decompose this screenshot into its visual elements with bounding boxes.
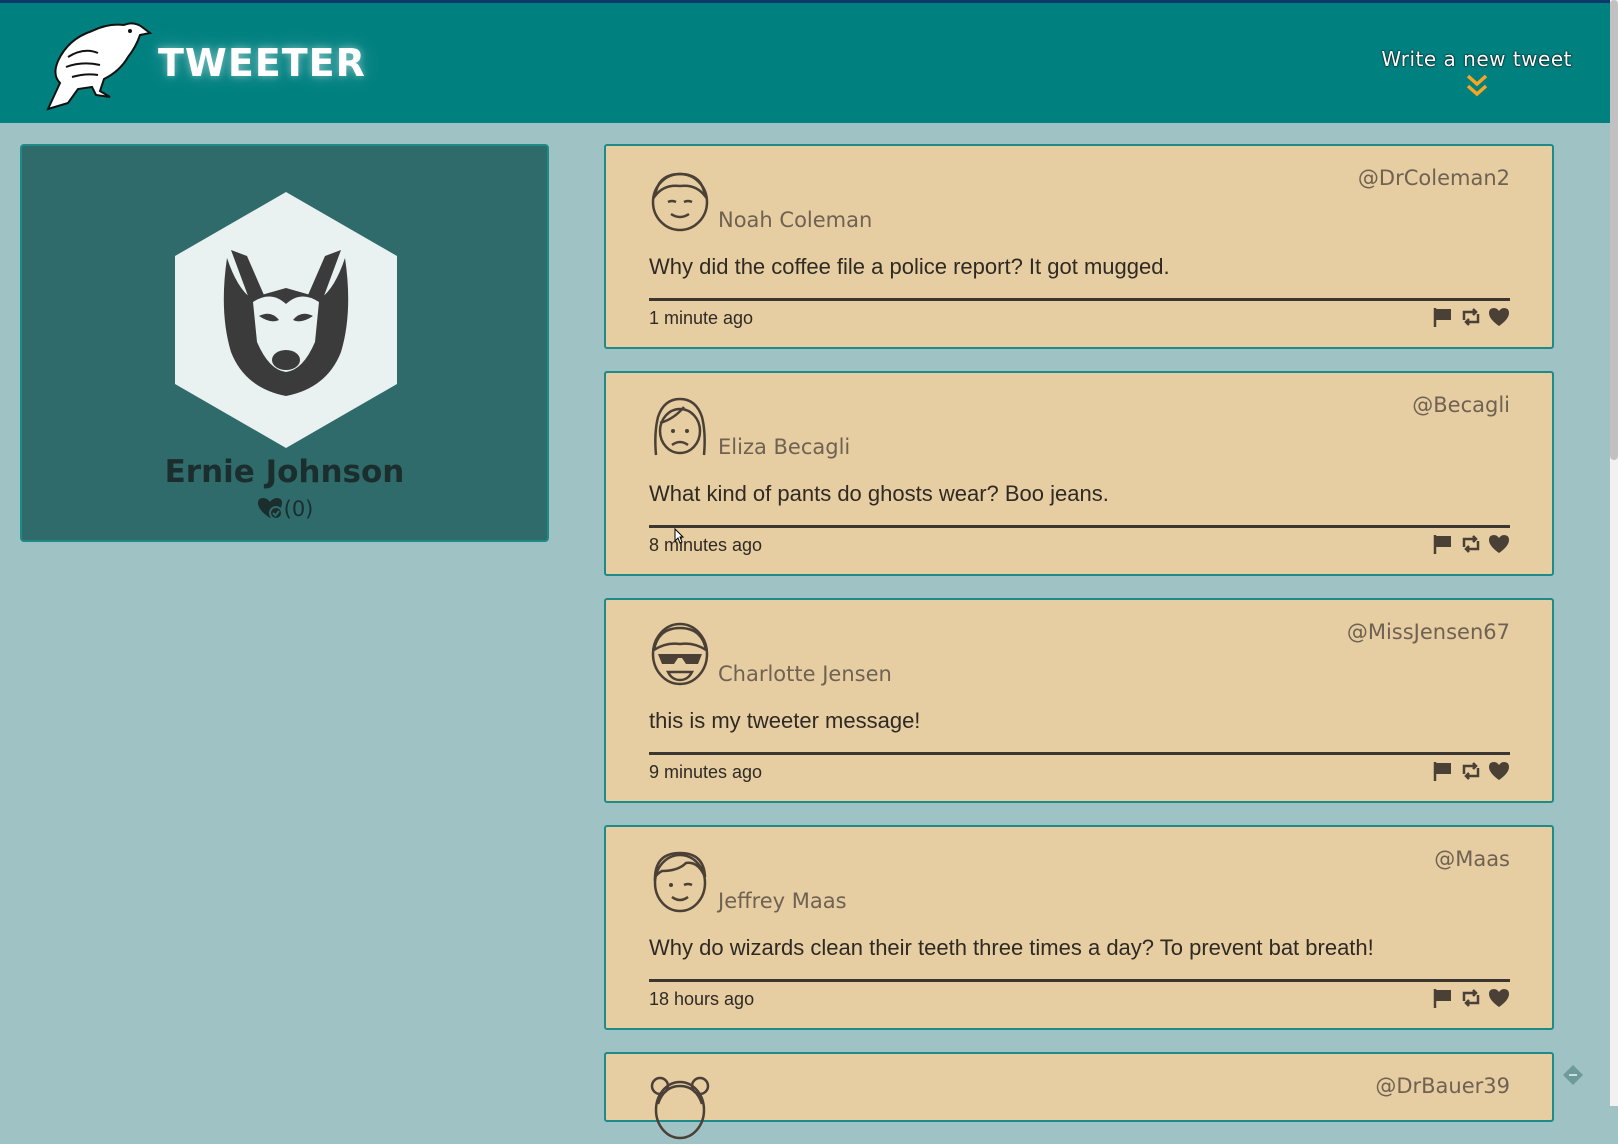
heart-icon[interactable] — [1488, 760, 1510, 782]
retweet-icon[interactable] — [1460, 760, 1482, 782]
double-chevron-down-icon[interactable] — [1464, 73, 1490, 99]
write-new-tweet-button[interactable]: Write a new tweet — [1381, 47, 1572, 99]
tweet-text: this is my tweeter message! — [649, 708, 921, 733]
tweet-divider — [649, 979, 1510, 982]
write-new-tweet-label[interactable]: Write a new tweet — [1381, 47, 1572, 71]
tweet-text: What kind of pants do ghosts wear? Boo j… — [649, 481, 1109, 506]
tweet-actions — [1432, 987, 1510, 1009]
liked-heart-icon — [257, 498, 283, 520]
tweet-divider — [649, 752, 1510, 755]
tweet-timestamp: 18 hours ago — [649, 989, 755, 1009]
heart-icon[interactable] — [1488, 533, 1510, 555]
heart-icon[interactable] — [1488, 987, 1510, 1009]
profile-likes-count: (0) — [283, 497, 314, 521]
tweet-actions — [1432, 306, 1510, 328]
app-title[interactable]: TWEETER — [158, 41, 366, 85]
tweet-author-name: Charlotte Jensen — [718, 662, 892, 686]
frowning-woman-icon — [654, 397, 706, 456]
tweet-card: Eliza Becagli @Becagli What kind of pant… — [604, 371, 1554, 576]
tweet-text: Why did the coffee file a police report?… — [649, 254, 1170, 279]
tweet-divider — [649, 525, 1510, 528]
flag-icon[interactable] — [1432, 306, 1454, 328]
flag-icon[interactable] — [1432, 533, 1454, 555]
tweet-actions — [1432, 760, 1510, 782]
pigtails-girl-icon — [650, 1076, 710, 1140]
tweet-divider — [649, 298, 1510, 301]
tweet-timestamp: 8 minutes ago — [649, 535, 763, 555]
winking-man-icon — [653, 851, 707, 913]
flag-icon[interactable] — [1432, 987, 1454, 1009]
husky-icon — [175, 192, 397, 448]
flag-icon[interactable] — [1432, 760, 1454, 782]
tweet-timestamp: 9 minutes ago — [649, 762, 763, 782]
scrollbar[interactable] — [1610, 0, 1618, 1106]
heart-icon[interactable] — [1488, 306, 1510, 328]
tweet-author-handle: @Maas — [1434, 847, 1510, 871]
tweet-card: Jeffrey Maas @Maas Why do wizards clean … — [604, 825, 1554, 1030]
tweet-author-handle: @MissJensen67 — [1346, 620, 1510, 644]
profile-likes: (0) — [22, 496, 547, 521]
top-nav: TWEETER Write a new tweet — [0, 0, 1610, 123]
tweet-author-handle: @DrColeman2 — [1357, 166, 1510, 190]
tweet-card: @DrBauer39 — [604, 1052, 1554, 1140]
retweet-icon[interactable] — [1460, 306, 1482, 328]
tweet-author-name: Eliza Becagli — [718, 435, 851, 459]
tweet-card: Charlotte Jensen @MissJensen67 this is m… — [604, 598, 1554, 803]
sunglasses-girl-icon — [651, 622, 709, 686]
raven-logo-icon — [46, 22, 153, 111]
mouse-cursor-icon — [674, 528, 684, 544]
diamond-tag-icon[interactable] — [1560, 1062, 1586, 1088]
tweet-author-handle: @DrBauer39 — [1375, 1074, 1510, 1098]
smiling-man-icon — [651, 172, 709, 232]
profile-card: Ernie Johnson (0) — [20, 144, 549, 542]
tweet-feed: Noah Coleman @DrColeman2 Why did the cof… — [604, 144, 1554, 1144]
tweet-actions — [1432, 533, 1510, 555]
scrollbar-thumb[interactable] — [1610, 0, 1618, 460]
tweet-card: Noah Coleman @DrColeman2 Why did the cof… — [604, 144, 1554, 349]
tweet-text: Why do wizards clean their teeth three t… — [649, 935, 1374, 960]
tweet-timestamp: 1 minute ago — [649, 308, 754, 328]
retweet-icon[interactable] — [1460, 533, 1482, 555]
retweet-icon[interactable] — [1460, 987, 1482, 1009]
tweet-author-handle: @Becagli — [1412, 393, 1510, 417]
tweet-author-name: Jeffrey Maas — [718, 889, 847, 913]
tweet-author-name: Noah Coleman — [718, 208, 873, 232]
profile-name: Ernie Johnson — [164, 454, 405, 490]
